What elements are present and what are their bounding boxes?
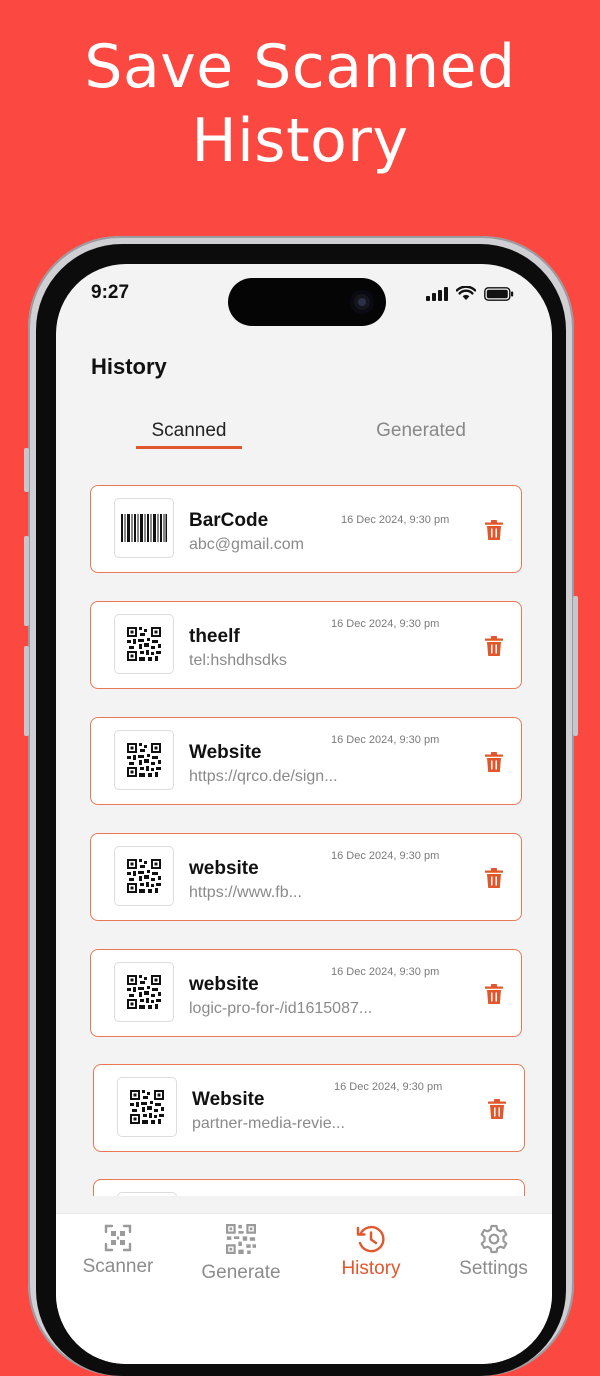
item-thumbnail: [114, 614, 174, 674]
history-item[interactable]: Website partner-media-revie... 16 Dec 20…: [93, 1064, 525, 1152]
trash-icon[interactable]: [485, 752, 503, 772]
barcode-icon: [121, 514, 167, 542]
qr-code-icon: [130, 1090, 164, 1124]
item-title: website: [189, 858, 259, 879]
nav-scanner[interactable]: Scanner: [78, 1224, 158, 1278]
volume-up-button: [24, 536, 29, 626]
nav-scanner-label: Scanner: [82, 1256, 154, 1277]
item-subtitle: https://qrco.de/sign...: [189, 768, 338, 785]
nav-settings-label: Settings: [459, 1258, 528, 1279]
nav-settings[interactable]: Settings: [446, 1224, 541, 1280]
item-title: theelf: [189, 626, 240, 647]
item-date: 16 Dec 2024, 9:30 pm: [331, 734, 440, 746]
nav-history-label: History: [341, 1258, 401, 1279]
item-title: Website: [192, 1089, 265, 1110]
item-thumbnail: [114, 962, 174, 1022]
dynamic-island: [228, 278, 386, 326]
camera-icon: [350, 290, 374, 314]
history-icon: [356, 1225, 385, 1253]
item-thumbnail: [114, 498, 174, 558]
qr-code-icon: [127, 743, 161, 777]
item-date: 16 Dec 2024, 9:30 pm: [331, 618, 440, 630]
gear-icon: [480, 1224, 507, 1254]
status-icons: [426, 286, 514, 301]
history-list[interactable]: BarCode abc@gmail.com 16 Dec 2024, 9:30 …: [56, 476, 552, 1196]
history-item[interactable]: website https://www.fb... 16 Dec 2024, 9…: [90, 833, 522, 921]
item-title: BarCode: [189, 510, 269, 531]
item-thumbnail: [114, 730, 174, 790]
app-screen: 9:27 History Scanned Generated BarCode a…: [56, 264, 552, 1364]
battery-icon: [484, 286, 514, 301]
promo-headline: Save Scanned History: [0, 30, 600, 178]
volume-down-button: [24, 646, 29, 736]
item-date: 16 Dec 2024, 9:30 pm: [334, 1081, 443, 1093]
item-subtitle: logic-pro-for-/id1615087...: [189, 1000, 373, 1017]
item-title: Website: [189, 742, 262, 763]
item-date: 16 Dec 2024, 9:30 pm: [341, 514, 450, 526]
history-item[interactable]: website logic-pro-for-/id1615087... 16 D…: [90, 949, 522, 1037]
item-date: 16 Dec 2024, 9:30 pm: [331, 850, 440, 862]
nav-generate-label: Generate: [201, 1262, 281, 1283]
active-tab-indicator: [136, 446, 242, 449]
item-thumbnail: [117, 1077, 177, 1137]
item-thumbnail: [114, 846, 174, 906]
history-item-partial[interactable]: [93, 1179, 525, 1196]
history-item[interactable]: Website https://qrco.de/sign... 16 Dec 2…: [90, 717, 522, 805]
item-subtitle: partner-media-revie...: [192, 1115, 345, 1132]
item-date: 16 Dec 2024, 9:30 pm: [331, 966, 440, 978]
history-item[interactable]: theelf tel:hshdhsdks 16 Dec 2024, 9:30 p…: [90, 601, 522, 689]
item-subtitle: https://www.fb...: [189, 884, 302, 901]
trash-icon[interactable]: [485, 636, 503, 656]
signal-icon: [426, 286, 448, 301]
trash-icon[interactable]: [485, 868, 503, 888]
power-button: [573, 596, 578, 736]
item-title: website: [189, 974, 259, 995]
tab-scanned[interactable]: Scanned: [136, 420, 242, 442]
phone-frame: 9:27 History Scanned Generated BarCode a…: [24, 236, 578, 1376]
promo-line-1: Save Scanned: [84, 32, 516, 102]
qr-code-icon: [127, 859, 161, 893]
qr-code-icon: [226, 1224, 256, 1254]
promo-line-2: History: [191, 106, 409, 176]
status-time: 9:27: [91, 282, 130, 303]
tab-generated[interactable]: Generated: [361, 420, 481, 442]
item-subtitle: abc@gmail.com: [189, 536, 304, 553]
scanner-icon: [104, 1224, 132, 1252]
trash-icon[interactable]: [485, 520, 503, 540]
history-item[interactable]: BarCode abc@gmail.com 16 Dec 2024, 9:30 …: [90, 485, 522, 573]
wifi-icon: [456, 286, 476, 300]
qr-code-icon: [127, 627, 161, 661]
phone-bezel: 9:27 History Scanned Generated BarCode a…: [36, 244, 566, 1376]
item-subtitle: tel:hshdhsdks: [189, 652, 287, 669]
mute-switch: [24, 448, 29, 492]
trash-icon[interactable]: [485, 984, 503, 1004]
bottom-nav: Scanner Generate History Settings: [56, 1213, 552, 1364]
trash-icon[interactable]: [488, 1099, 506, 1119]
page-title: History: [91, 354, 167, 379]
nav-history[interactable]: History: [326, 1224, 416, 1280]
qr-code-icon: [127, 975, 161, 1009]
nav-generate[interactable]: Generate: [191, 1224, 291, 1283]
item-thumbnail: [117, 1192, 177, 1196]
